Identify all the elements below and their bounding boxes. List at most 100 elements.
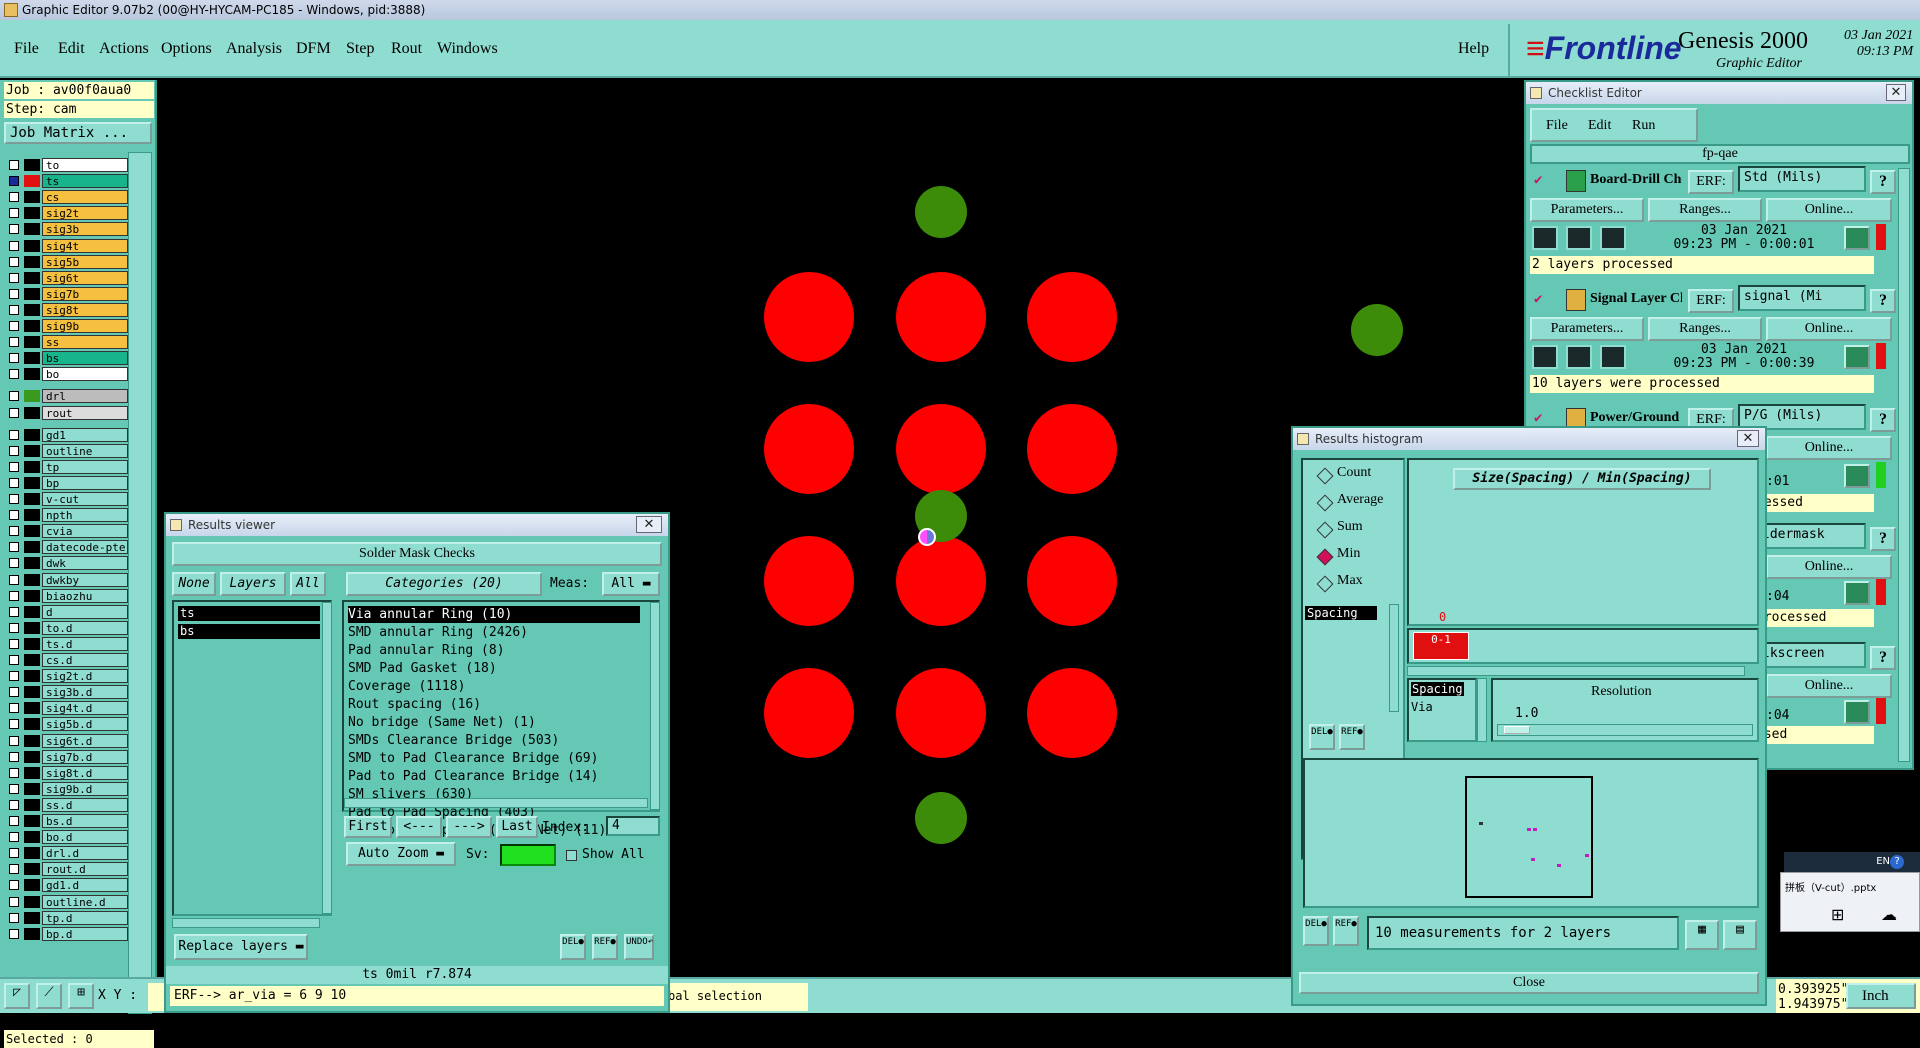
layer-row-sig4t[interactable]: sig4t bbox=[6, 238, 128, 253]
parameters-button[interactable]: Parameters... bbox=[1530, 317, 1644, 341]
layer-row-bp[interactable]: bp bbox=[6, 475, 128, 490]
close-button[interactable]: Close bbox=[1299, 972, 1759, 994]
parameters-button[interactable]: Parameters... bbox=[1530, 198, 1644, 222]
layer-color-swatch[interactable] bbox=[24, 239, 40, 252]
measurement-type-list[interactable]: Spacing Via bbox=[1407, 678, 1477, 742]
smd-pad[interactable] bbox=[764, 404, 854, 494]
measure-icon[interactable]: ⟋ bbox=[36, 983, 62, 1009]
measurement-list-scrollbar[interactable] bbox=[1477, 678, 1487, 742]
check-enabled-checkbox[interactable]: ✔ bbox=[1534, 172, 1542, 188]
layer-checkbox[interactable] bbox=[9, 574, 19, 585]
layer-row-ts.d[interactable]: ts.d bbox=[6, 636, 128, 651]
checklist-menu-edit[interactable]: Edit bbox=[1588, 118, 1611, 134]
layer-color-swatch[interactable] bbox=[24, 637, 40, 650]
ranges-button[interactable]: Ranges... bbox=[1648, 317, 1762, 341]
layer-name[interactable]: npth bbox=[42, 508, 128, 523]
layer-row-d[interactable]: d bbox=[6, 604, 128, 619]
category-item[interactable]: Via annular Ring (10) bbox=[348, 606, 640, 623]
layer-checkbox[interactable] bbox=[9, 719, 19, 730]
layer-name[interactable]: dwk bbox=[42, 556, 128, 571]
layer-name[interactable]: sig6t.d bbox=[42, 733, 128, 748]
layer-checkbox[interactable] bbox=[9, 461, 19, 472]
layer-name[interactable]: gd1 bbox=[42, 427, 128, 442]
check-name[interactable]: Signal Layer Ch bbox=[1590, 291, 1682, 307]
zoom-results-icon[interactable] bbox=[1844, 581, 1870, 605]
layer-color-swatch[interactable] bbox=[24, 175, 40, 188]
layer-checkbox[interactable] bbox=[9, 391, 19, 402]
help-button[interactable]: ? bbox=[1870, 408, 1896, 432]
layer-row-sig9b.d[interactable]: sig9b.d bbox=[6, 781, 128, 796]
layer-row-sig2t[interactable]: sig2t bbox=[6, 206, 128, 221]
layer-checkbox[interactable] bbox=[9, 638, 19, 649]
layer-row-sig6t[interactable]: sig6t bbox=[6, 270, 128, 285]
del-icon[interactable]: DEL● bbox=[1309, 724, 1335, 750]
smd-pad[interactable] bbox=[1027, 272, 1117, 362]
layer-checkbox[interactable] bbox=[9, 783, 19, 794]
layer-name[interactable]: sig6t bbox=[42, 270, 128, 285]
checklist-menu-run[interactable]: Run bbox=[1632, 118, 1655, 134]
check-name[interactable]: Board-Drill Che bbox=[1590, 172, 1682, 188]
layer-row-sig4t.d[interactable]: sig4t.d bbox=[6, 701, 128, 716]
layer-color-swatch[interactable] bbox=[24, 863, 40, 876]
run-check-icon[interactable] bbox=[1532, 345, 1558, 369]
layer-color-swatch[interactable] bbox=[24, 352, 40, 365]
via-pad[interactable] bbox=[915, 792, 967, 844]
layer-color-swatch[interactable] bbox=[24, 444, 40, 457]
layer-row-tp.d[interactable]: tp.d bbox=[6, 910, 128, 925]
layer-row-tp[interactable]: tp bbox=[6, 459, 128, 474]
layer-checkbox[interactable] bbox=[9, 494, 19, 504]
checklist-scrollbar[interactable] bbox=[1898, 168, 1910, 762]
layer-name[interactable]: sig7b.d bbox=[42, 749, 128, 764]
layer-row-drl.d[interactable]: drl.d bbox=[6, 846, 128, 861]
list-item[interactable]: Spacing bbox=[1305, 606, 1377, 620]
layer-color-swatch[interactable] bbox=[24, 476, 40, 489]
menu-analysis[interactable]: Analysis bbox=[226, 40, 282, 58]
export-chart-icon[interactable]: ▦ bbox=[1685, 920, 1719, 950]
layer-name[interactable]: tp bbox=[42, 459, 128, 474]
layer-row-sig7b[interactable]: sig7b bbox=[6, 286, 128, 301]
layer-color-swatch[interactable] bbox=[24, 798, 40, 811]
layer-checkbox[interactable] bbox=[9, 606, 19, 617]
layer-name[interactable]: sig8t.d bbox=[42, 765, 128, 780]
layer-color-swatch[interactable] bbox=[24, 750, 40, 763]
ranges-button[interactable]: Ranges... bbox=[1648, 198, 1762, 222]
layer-name[interactable]: ts.d bbox=[42, 636, 128, 651]
layer-color-swatch[interactable] bbox=[24, 428, 40, 441]
layer-name[interactable]: rout.d bbox=[42, 862, 128, 877]
none-button[interactable]: None bbox=[172, 572, 216, 596]
layer-row-outline.d[interactable]: outline.d bbox=[6, 894, 128, 909]
layer-checkbox[interactable] bbox=[9, 407, 19, 418]
layer-color-swatch[interactable] bbox=[24, 303, 40, 316]
smd-pad[interactable] bbox=[764, 668, 854, 758]
layer-name[interactable]: sig8t bbox=[42, 302, 128, 317]
layer-checkbox[interactable] bbox=[9, 735, 19, 746]
zoom-results-icon[interactable] bbox=[1844, 464, 1870, 488]
layer-list-scrollbar[interactable] bbox=[322, 602, 332, 914]
layer-row-sig3b[interactable]: sig3b bbox=[6, 222, 128, 237]
menu-help[interactable]: Help bbox=[1458, 40, 1489, 58]
layer-row-datecode-pte[interactable]: datecode-pte bbox=[6, 540, 128, 555]
layer-color-swatch[interactable] bbox=[24, 589, 40, 602]
layer-row-ss[interactable]: ss bbox=[6, 335, 128, 350]
layer-checkbox[interactable] bbox=[9, 880, 19, 891]
layer-color-swatch[interactable] bbox=[24, 718, 40, 731]
layer-checkbox[interactable] bbox=[9, 542, 19, 553]
sv-color-picker[interactable] bbox=[500, 844, 556, 866]
del-icon[interactable]: DEL● bbox=[1303, 916, 1329, 946]
layer-color-swatch[interactable] bbox=[24, 406, 40, 419]
online-button[interactable]: Online... bbox=[1766, 198, 1892, 222]
layer-color-swatch[interactable] bbox=[24, 573, 40, 586]
layer-color-swatch[interactable] bbox=[24, 654, 40, 666]
layer-name[interactable]: bs.d bbox=[42, 814, 128, 828]
layer-checkbox[interactable] bbox=[9, 912, 19, 923]
stop-run-icon[interactable] bbox=[1600, 345, 1626, 369]
layer-row-rout.d[interactable]: rout.d bbox=[6, 862, 128, 877]
average-radio[interactable] bbox=[1316, 494, 1334, 512]
count-radio[interactable] bbox=[1316, 467, 1334, 485]
via-pad[interactable] bbox=[1351, 304, 1403, 356]
layers-button[interactable]: Layers bbox=[220, 572, 286, 596]
layer-row-ts[interactable]: ts bbox=[6, 174, 128, 189]
layer-name[interactable]: sig9b.d bbox=[42, 781, 128, 796]
layer-color-swatch[interactable] bbox=[24, 782, 40, 795]
zoom-results-icon[interactable] bbox=[1844, 345, 1870, 369]
